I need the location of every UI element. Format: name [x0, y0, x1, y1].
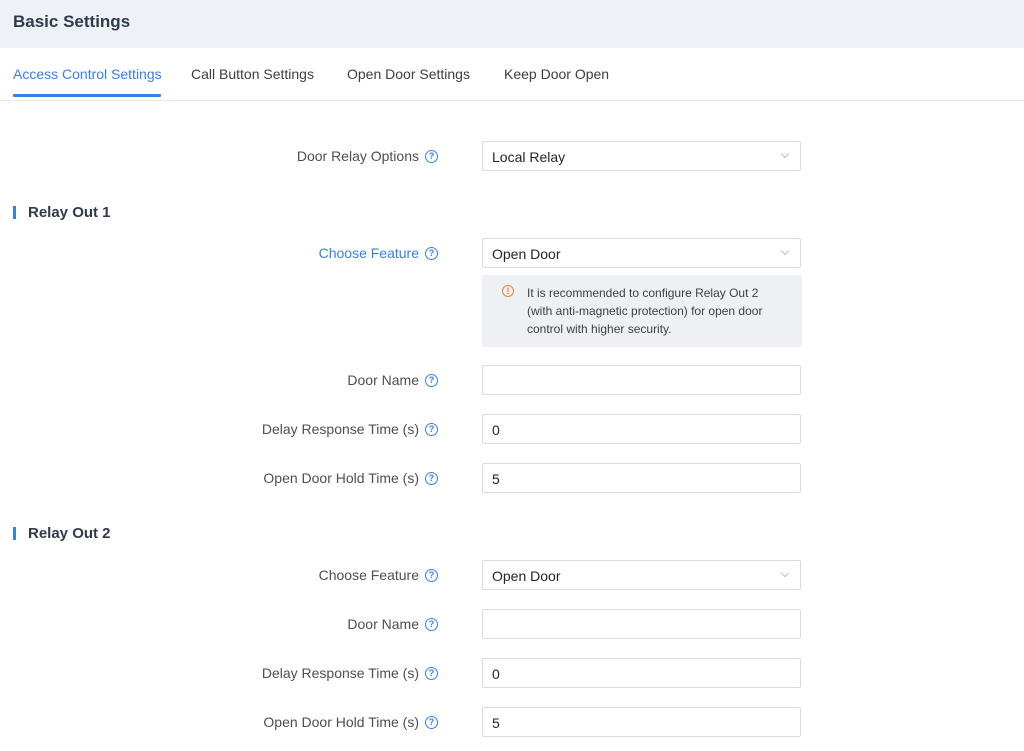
- tab-call-button-settings[interactable]: Call Button Settings: [191, 66, 314, 82]
- chevron-down-icon: [780, 246, 790, 256]
- relay2-open-door-hold-label: Open Door Hold Time (s) ?: [263, 714, 438, 730]
- section-marker: [13, 527, 16, 540]
- door-relay-options-label: Door Relay Options ?: [297, 148, 438, 164]
- tab-open-door-settings[interactable]: Open Door Settings: [347, 66, 470, 82]
- help-icon[interactable]: ?: [425, 471, 438, 485]
- help-icon[interactable]: ?: [425, 149, 438, 163]
- relay2-choose-feature-select[interactable]: Open Door: [482, 560, 801, 590]
- help-icon[interactable]: ?: [425, 422, 438, 436]
- tab-keep-door-open[interactable]: Keep Door Open: [504, 66, 609, 82]
- relay1-delay-response-value: 0: [492, 422, 500, 438]
- relay1-open-door-hold-value: 5: [492, 471, 500, 487]
- relay1-door-name-label: Door Name ?: [347, 372, 438, 388]
- relay2-delay-response-value: 0: [492, 666, 500, 682]
- warning-icon: !: [502, 285, 514, 297]
- relay2-open-door-hold-input[interactable]: 5: [482, 707, 801, 737]
- page-header: Basic Settings: [0, 0, 1024, 48]
- help-icon[interactable]: ?: [425, 617, 438, 631]
- chevron-down-icon: [780, 568, 790, 578]
- relay-out-1-heading: Relay Out 1: [13, 204, 111, 221]
- relay1-security-notice: ! It is recommended to configure Relay O…: [482, 275, 802, 347]
- relay1-delay-response-label: Delay Response Time (s) ?: [262, 421, 438, 437]
- relay2-delay-response-input[interactable]: 0: [482, 658, 801, 688]
- door-relay-options-select[interactable]: Local Relay: [482, 141, 801, 171]
- relay2-choose-feature-label: Choose Feature ?: [319, 567, 438, 583]
- help-icon[interactable]: ?: [425, 715, 438, 729]
- help-icon[interactable]: ?: [425, 373, 438, 387]
- relay2-door-name-label: Door Name ?: [347, 616, 438, 632]
- relay1-open-door-hold-input[interactable]: 5: [482, 463, 801, 493]
- help-icon[interactable]: ?: [425, 666, 438, 680]
- relay1-choose-feature-value: Open Door: [492, 246, 561, 262]
- door-relay-options-value: Local Relay: [492, 149, 566, 165]
- relay2-delay-response-label: Delay Response Time (s) ?: [262, 665, 438, 681]
- section-marker: [13, 206, 16, 219]
- active-tab-indicator: [13, 94, 161, 97]
- relay1-open-door-hold-label: Open Door Hold Time (s) ?: [263, 470, 438, 486]
- chevron-down-icon: [780, 149, 790, 159]
- relay2-open-door-hold-value: 5: [492, 715, 500, 731]
- help-icon[interactable]: ?: [425, 568, 438, 582]
- relay-out-2-heading: Relay Out 2: [13, 525, 111, 542]
- relay1-choose-feature-label: Choose Feature ?: [319, 245, 438, 261]
- tab-bar: Access Control Settings Call Button Sett…: [0, 48, 1024, 101]
- relay1-choose-feature-select[interactable]: Open Door: [482, 238, 801, 268]
- relay1-door-name-input[interactable]: [482, 365, 801, 395]
- relay2-door-name-input[interactable]: [482, 609, 801, 639]
- tab-access-control-settings[interactable]: Access Control Settings: [13, 66, 162, 82]
- relay1-delay-response-input[interactable]: 0: [482, 414, 801, 444]
- help-icon[interactable]: ?: [425, 246, 438, 260]
- page-title: Basic Settings: [13, 12, 131, 31]
- relay2-choose-feature-value: Open Door: [492, 568, 561, 584]
